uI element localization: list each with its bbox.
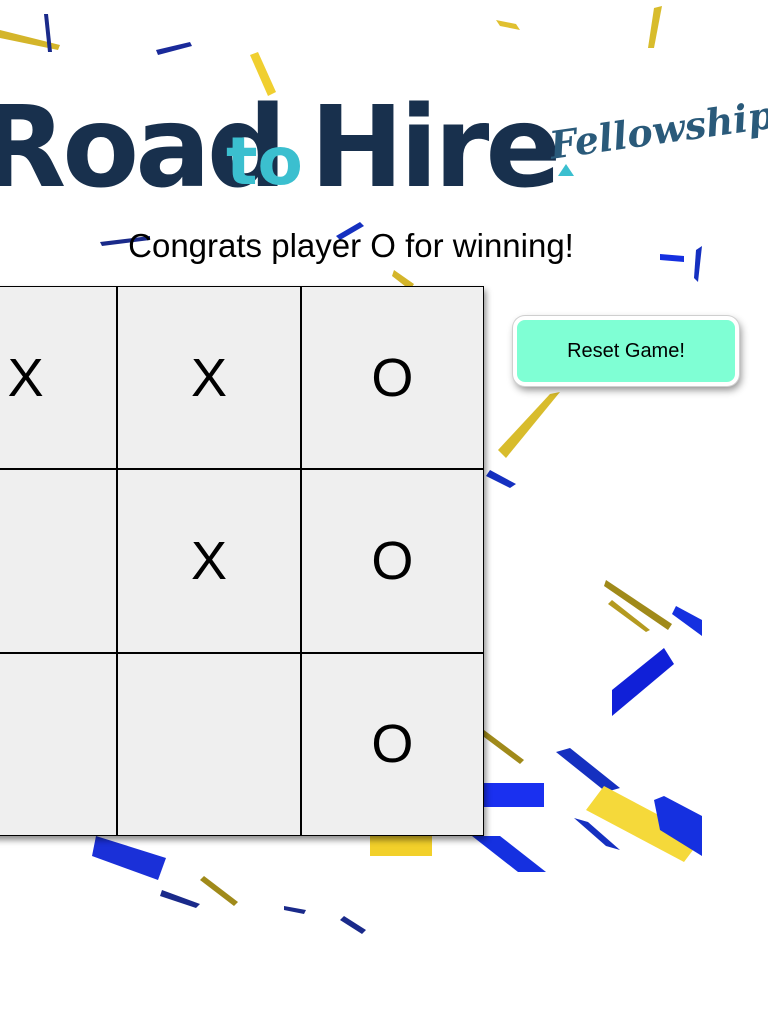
board-cell-9[interactable]: O bbox=[300, 652, 484, 836]
winner-message: Congrats player O for winning! bbox=[128, 227, 574, 264]
board-cell-1[interactable]: X bbox=[0, 286, 118, 470]
logo-hire-text: Hire bbox=[310, 83, 561, 213]
game-page: Road to Hire Fellowships Congrats player… bbox=[0, 0, 768, 1016]
reset-game-button[interactable]: Reset Game! bbox=[513, 316, 739, 386]
board-cell-3[interactable]: O bbox=[300, 286, 484, 470]
board-cell-8[interactable] bbox=[117, 652, 301, 836]
board-cell-6[interactable]: O bbox=[300, 469, 484, 653]
tic-tac-toe-board: X X O X O O bbox=[0, 286, 484, 836]
board-cell-4[interactable] bbox=[0, 469, 118, 653]
logo-fellowships-text: Fellowships bbox=[546, 88, 768, 168]
logo-triangle-icon bbox=[558, 164, 574, 176]
board-cell-2[interactable]: X bbox=[117, 286, 301, 470]
board-cell-7[interactable] bbox=[0, 652, 118, 836]
board-cell-5[interactable]: X bbox=[117, 469, 301, 653]
logo-to-text: to bbox=[226, 123, 303, 200]
